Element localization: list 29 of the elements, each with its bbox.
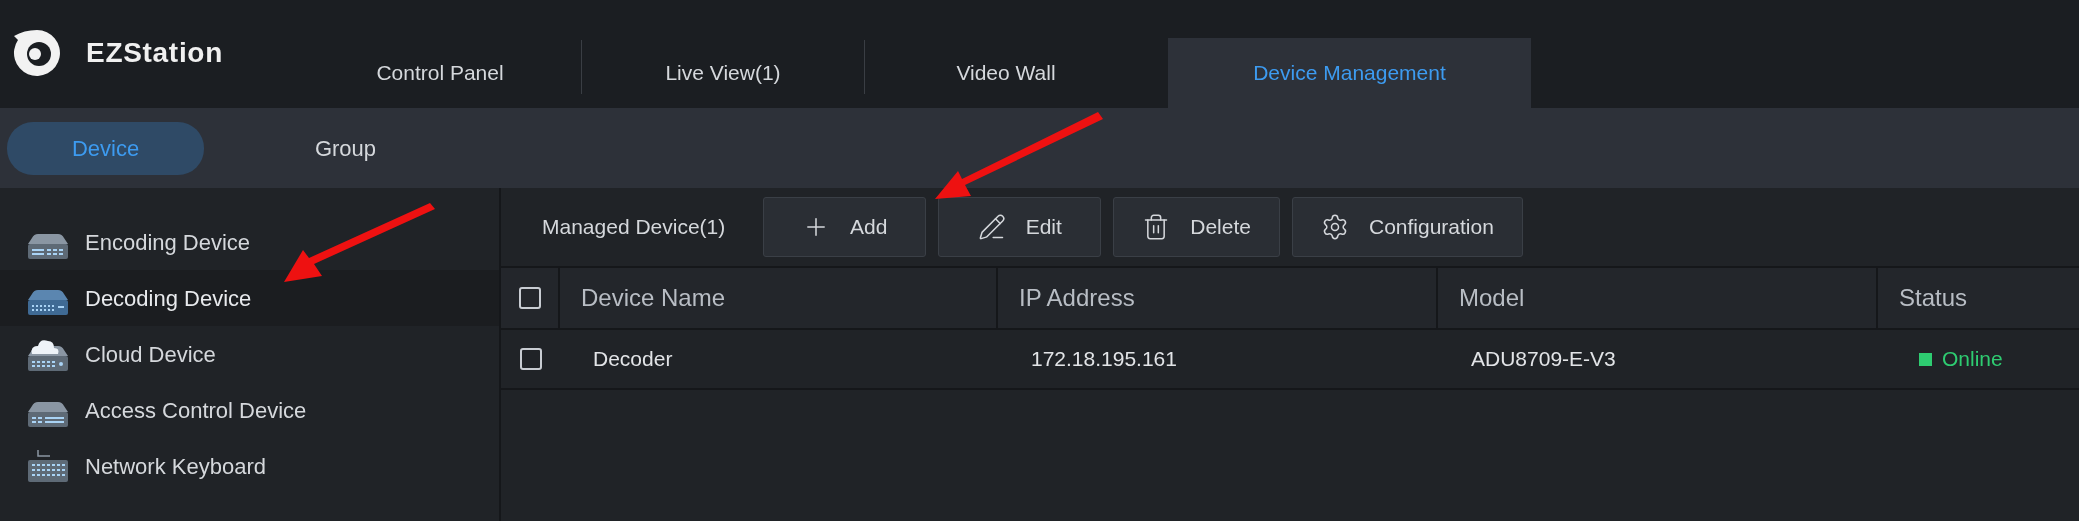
checkbox[interactable] xyxy=(518,287,541,309)
sidebar-item[interactable]: Encoding Device xyxy=(0,214,499,270)
sidebar-item[interactable]: Decoding Device xyxy=(0,270,499,326)
column-header: IP Address xyxy=(998,268,1438,328)
keyboard-icon xyxy=(28,450,68,482)
sidebar-item[interactable]: Access Control Device xyxy=(0,382,499,438)
nav-tab[interactable]: Control Panel xyxy=(299,38,581,108)
nav-tab[interactable]: Live View(1) xyxy=(582,38,864,108)
table-cell-text: ADU8709-E-V3 xyxy=(1470,346,1617,373)
column-header: Device Name xyxy=(560,268,998,328)
status-text: Online xyxy=(1942,346,2003,373)
toolbar-button[interactable]: Add xyxy=(763,197,927,257)
sidebar-item[interactable]: Network Keyboard xyxy=(0,438,499,494)
logo-icon xyxy=(12,28,62,78)
sub-tab[interactable]: Group xyxy=(247,121,444,175)
toolbar-button[interactable]: Configuration xyxy=(1291,197,1523,257)
toolbar-button[interactable]: Edit xyxy=(938,197,1102,257)
app-title: EZStation xyxy=(86,36,223,70)
pencil-icon xyxy=(977,213,1006,241)
column-header: Status xyxy=(1898,283,1969,313)
sidebar-item[interactable]: Cloud Device xyxy=(0,326,499,382)
checkbox[interactable] xyxy=(519,348,542,370)
column-header: Model xyxy=(1438,268,1878,328)
managed-count-label: Managed Device(1) xyxy=(542,214,726,241)
toolbar-button[interactable]: Delete xyxy=(1113,197,1280,257)
table-cell-text: Decoder xyxy=(592,346,674,373)
table-cell-text: 172.18.195.161 xyxy=(1030,346,1178,373)
nav-tab[interactable]: Video Wall xyxy=(865,38,1147,108)
nav-tab[interactable]: Device Management xyxy=(1168,38,1531,108)
